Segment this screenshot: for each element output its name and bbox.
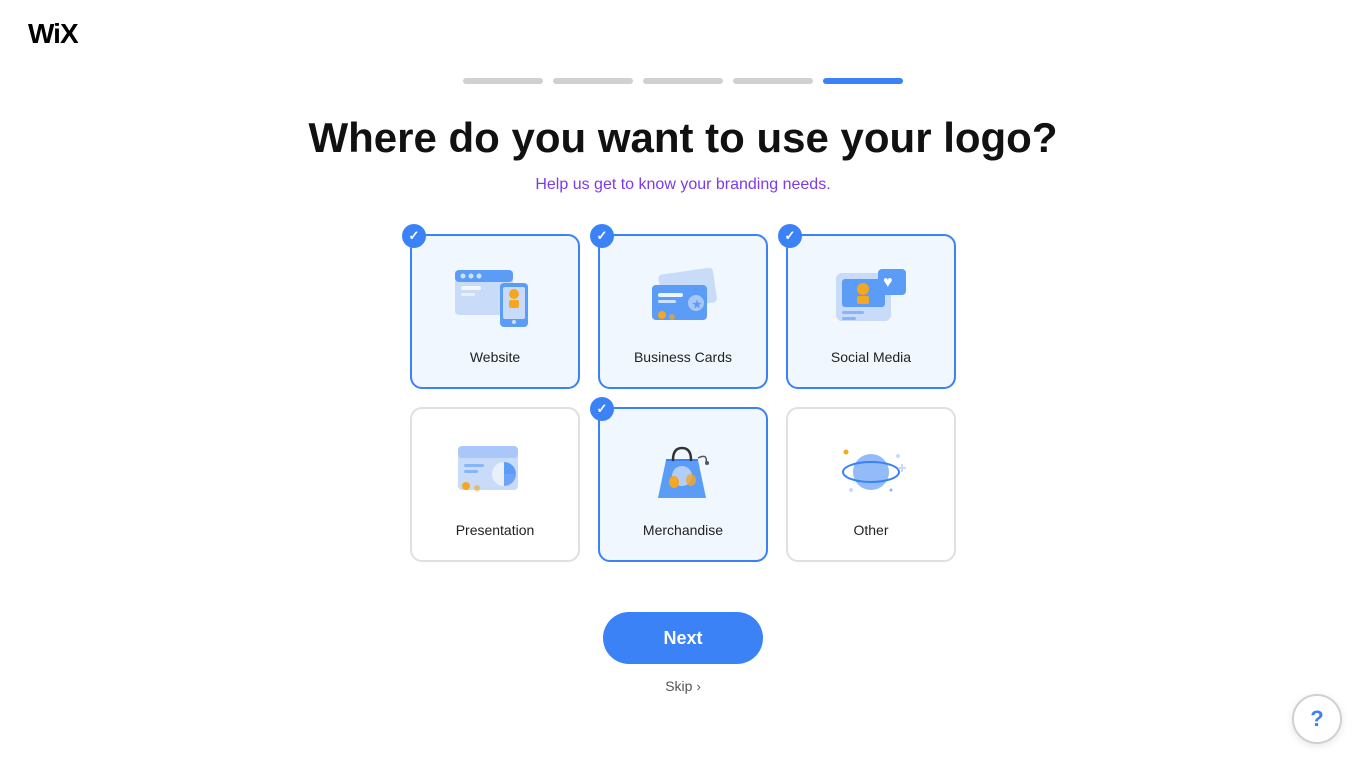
- next-button[interactable]: Next: [603, 612, 763, 664]
- page-subtitle: Help us get to know your branding needs.: [535, 176, 830, 194]
- option-business-cards[interactable]: ✓ ★ Business Cards: [598, 234, 768, 389]
- option-business-cards-label: Business Cards: [634, 349, 732, 365]
- svg-text:♥: ♥: [883, 274, 893, 291]
- website-icon: [445, 259, 545, 339]
- svg-text:★: ★: [692, 299, 702, 311]
- skip-label: Skip: [665, 678, 692, 694]
- option-merchandise[interactable]: ✓ Merchandise: [598, 407, 768, 562]
- option-presentation-label: Presentation: [456, 522, 535, 538]
- option-social-media-label: Social Media: [831, 349, 911, 365]
- skip-link[interactable]: Skip ›: [665, 678, 701, 694]
- header: WiX: [0, 0, 1366, 68]
- option-other[interactable]: ✓ Other: [786, 407, 956, 562]
- help-button[interactable]: ?: [1292, 694, 1342, 744]
- presentation-icon: [445, 432, 545, 512]
- wix-logo: WiX: [28, 18, 78, 50]
- help-icon: ?: [1310, 706, 1323, 732]
- option-other-label: Other: [853, 522, 888, 538]
- progress-step-2: [553, 78, 633, 84]
- option-merchandise-label: Merchandise: [643, 522, 723, 538]
- option-website[interactable]: ✓: [410, 234, 580, 389]
- option-presentation[interactable]: ✓ Presentation: [410, 407, 580, 562]
- option-website-label: Website: [470, 349, 520, 365]
- option-social-media[interactable]: ✓ ♥ Social Media: [786, 234, 956, 389]
- check-badge-website: ✓: [402, 224, 426, 248]
- business-cards-icon: ★: [633, 259, 733, 339]
- skip-arrow-icon: ›: [696, 679, 700, 694]
- progress-step-1: [463, 78, 543, 84]
- check-badge-merchandise: ✓: [590, 397, 614, 421]
- social-media-icon: ♥: [821, 259, 921, 339]
- check-badge-business-cards: ✓: [590, 224, 614, 248]
- other-icon: [821, 432, 921, 512]
- progress-step-5: [823, 78, 903, 84]
- options-grid: ✓: [410, 234, 956, 562]
- merchandise-icon: [633, 432, 733, 512]
- main-content: Where do you want to use your logo? Help…: [0, 84, 1366, 694]
- progress-step-3: [643, 78, 723, 84]
- page-title: Where do you want to use your logo?: [308, 114, 1057, 162]
- check-badge-social-media: ✓: [778, 224, 802, 248]
- progress-step-4: [733, 78, 813, 84]
